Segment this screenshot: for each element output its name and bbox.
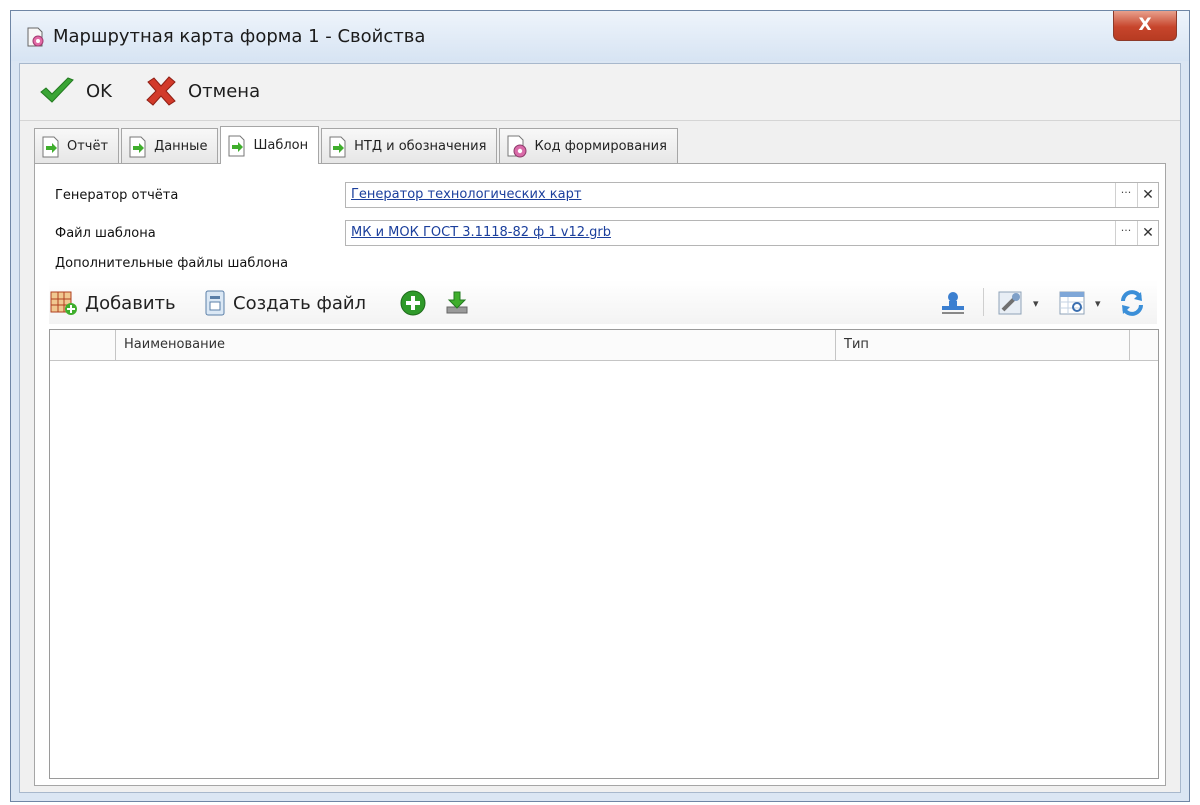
- browse-button[interactable]: ···: [1115, 183, 1136, 207]
- tab-data[interactable]: Данные: [121, 128, 219, 164]
- window-title: Маршрутная карта форма 1 - Свойства: [53, 26, 426, 47]
- tab-label: Шаблон: [253, 138, 309, 153]
- chevron-down-icon: ▾: [1095, 296, 1101, 310]
- document-icon: [27, 27, 44, 47]
- refresh-button[interactable]: [1117, 289, 1153, 317]
- clear-button[interactable]: ✕: [1137, 183, 1158, 207]
- properties-window: Маршрутная карта форма 1 - Свойства X OK…: [10, 10, 1190, 802]
- template-file-link[interactable]: МК и МОК ГОСТ 3.1118-82 ф 1 v12.grb: [351, 225, 611, 240]
- main-toolbar: OK Отмена: [20, 64, 1180, 121]
- tools-dropdown-button[interactable]: ▾: [995, 289, 1039, 317]
- extra-column-header[interactable]: [1130, 330, 1152, 360]
- stamp-icon: [942, 292, 964, 314]
- template-file-label: Файл шаблона: [55, 226, 156, 241]
- name-column-header[interactable]: Наименование: [116, 330, 836, 360]
- ok-label: OK: [86, 80, 112, 102]
- add-grid-icon: [50, 291, 77, 315]
- tab-template[interactable]: Шаблон: [220, 126, 320, 164]
- new-file-icon: [205, 290, 225, 316]
- tab-label: Код формирования: [534, 139, 667, 154]
- create-file-button[interactable]: Создать файл: [203, 289, 366, 317]
- generator-field[interactable]: Генератор технологических карт ··· ✕: [345, 182, 1159, 208]
- create-file-label: Создать файл: [233, 292, 367, 314]
- wrench-icon: [998, 291, 1022, 315]
- cancel-button[interactable]: Отмена: [144, 76, 260, 106]
- document-arrow-icon: [42, 136, 59, 157]
- client-area: OK Отмена Отчёт Данные Шаблон НТД и обоз…: [19, 63, 1181, 793]
- files-toolbar: Добавить Создать файл ▾ ▾: [49, 280, 1157, 324]
- stamp-button[interactable]: [937, 289, 975, 317]
- files-grid[interactable]: Наименование Тип: [49, 329, 1159, 779]
- close-button[interactable]: X: [1113, 11, 1177, 41]
- document-arrow-icon: [329, 136, 346, 157]
- row-selector-header[interactable]: [50, 330, 116, 360]
- tab-label: Отчёт: [67, 139, 109, 154]
- view-dropdown-button[interactable]: ▾: [1057, 289, 1101, 317]
- type-column-header[interactable]: Тип: [836, 330, 1130, 360]
- add-circle-button[interactable]: [399, 289, 433, 317]
- template-tab-panel: Генератор отчёта Генератор технологическ…: [34, 163, 1166, 786]
- template-file-field[interactable]: МК и МОК ГОСТ 3.1118-82 ф 1 v12.grb ··· …: [345, 220, 1159, 246]
- search-table-icon: [1059, 291, 1085, 315]
- tab-report[interactable]: Отчёт: [34, 128, 120, 164]
- cancel-x-icon: [146, 76, 176, 106]
- toolbar-separator: [983, 288, 984, 316]
- tab-generation-code[interactable]: Код формирования: [499, 128, 678, 164]
- generator-link[interactable]: Генератор технологических карт: [351, 187, 581, 202]
- add-button[interactable]: Добавить: [49, 289, 176, 317]
- document-arrow-icon: [129, 136, 146, 157]
- document-arrow-icon: [228, 135, 245, 156]
- title-bar[interactable]: Маршрутная карта форма 1 - Свойства X: [11, 11, 1189, 61]
- checkmark-icon: [40, 77, 74, 103]
- tab-label: Данные: [154, 139, 208, 154]
- clear-button[interactable]: ✕: [1137, 221, 1158, 245]
- browse-button[interactable]: ···: [1115, 221, 1136, 245]
- plus-circle-icon: [400, 290, 426, 316]
- cancel-label: Отмена: [188, 80, 261, 102]
- refresh-icon: [1121, 290, 1143, 316]
- generator-label: Генератор отчёта: [55, 188, 179, 203]
- download-icon: [446, 291, 468, 314]
- document-gear-icon: [507, 135, 527, 157]
- add-label: Добавить: [85, 292, 176, 314]
- tab-label: НТД и обозначения: [354, 139, 487, 154]
- grid-header: Наименование Тип: [50, 330, 1158, 361]
- ok-button[interactable]: OK: [38, 76, 112, 106]
- chevron-down-icon: ▾: [1033, 296, 1039, 310]
- extra-files-label: Дополнительные файлы шаблона: [55, 256, 289, 271]
- tab-ntd[interactable]: НТД и обозначения: [321, 128, 498, 164]
- download-button[interactable]: [443, 289, 477, 317]
- tab-strip: Отчёт Данные Шаблон НТД и обозначения Ко…: [34, 126, 680, 164]
